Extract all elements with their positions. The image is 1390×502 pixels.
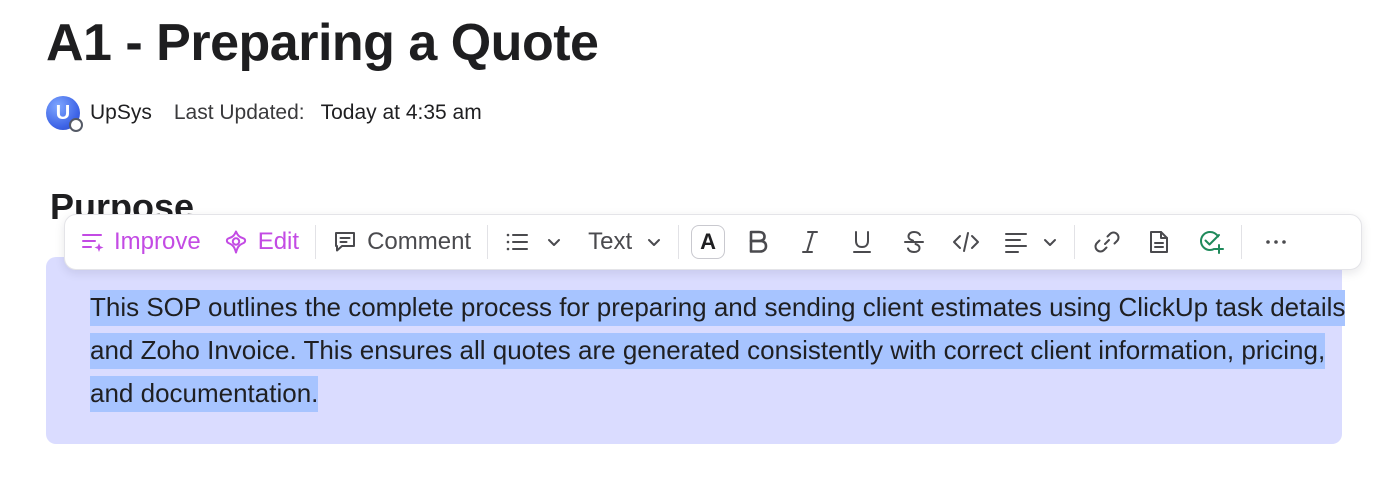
ai-edit-button[interactable]: Edit	[223, 222, 299, 262]
bold-button[interactable]	[738, 222, 778, 262]
code-icon	[952, 229, 980, 255]
list-style-dropdown[interactable]	[504, 222, 562, 262]
selected-text[interactable]: This SOP outlines the complete process f…	[90, 290, 1346, 412]
chevron-down-icon	[1042, 234, 1058, 250]
underline-button[interactable]	[842, 222, 882, 262]
avatar-status-indicator	[69, 118, 83, 132]
more-button[interactable]	[1256, 222, 1296, 262]
last-updated-value: Today at 4:35 am	[320, 101, 482, 124]
text-style-label: Text	[588, 228, 633, 255]
paragraph[interactable]: This SOP outlines the complete process f…	[90, 286, 1350, 415]
page-icon	[1147, 229, 1171, 255]
avatar-letter: U	[55, 101, 71, 124]
bold-icon	[746, 229, 770, 255]
improve-icon	[81, 230, 105, 254]
toolbar-divider	[678, 225, 680, 259]
doc-meta: U UpSys Last Updated: Today at 4:35 am	[46, 95, 482, 132]
page-button[interactable]	[1139, 222, 1179, 262]
last-updated-label: Last Updated:	[173, 101, 305, 124]
create-task-button[interactable]	[1191, 222, 1231, 262]
toolbar-divider	[1241, 225, 1243, 259]
author-name[interactable]: UpSys	[90, 101, 152, 125]
edit-label: Edit	[257, 228, 300, 255]
more-icon	[1264, 238, 1288, 246]
toolbar-divider	[487, 225, 489, 259]
chevron-down-icon	[646, 234, 662, 250]
strikethrough-icon	[902, 229, 926, 255]
comment-button[interactable]: Comment	[332, 222, 471, 262]
link-button[interactable]	[1087, 222, 1127, 262]
alignment-dropdown[interactable]	[1004, 222, 1058, 262]
text-style-dropdown[interactable]: Text	[588, 222, 662, 262]
toolbar-divider	[315, 225, 317, 259]
formatting-toolbar: Improve Edit Comment Text A	[64, 214, 1362, 270]
create-task-icon	[1197, 228, 1225, 256]
comment-icon	[332, 229, 358, 255]
improve-label: Improve	[114, 228, 201, 255]
text-color-icon: A	[691, 225, 726, 259]
italic-icon	[799, 229, 821, 255]
page-title: A1 - Preparing a Quote	[46, 14, 599, 72]
avatar[interactable]: U	[46, 96, 83, 132]
toolbar-divider	[1074, 225, 1076, 259]
comment-label: Comment	[367, 228, 472, 255]
text-color-button[interactable]: A	[691, 222, 726, 262]
italic-button[interactable]	[790, 222, 830, 262]
improve-button[interactable]: Improve	[81, 222, 201, 262]
code-button[interactable]	[946, 222, 986, 262]
align-left-icon	[1004, 229, 1028, 255]
link-icon	[1094, 229, 1120, 255]
underline-icon	[850, 229, 874, 255]
chevron-down-icon	[546, 234, 562, 250]
bulleted-list-icon	[504, 229, 530, 255]
ai-edit-icon	[223, 229, 249, 255]
strikethrough-button[interactable]	[894, 222, 934, 262]
